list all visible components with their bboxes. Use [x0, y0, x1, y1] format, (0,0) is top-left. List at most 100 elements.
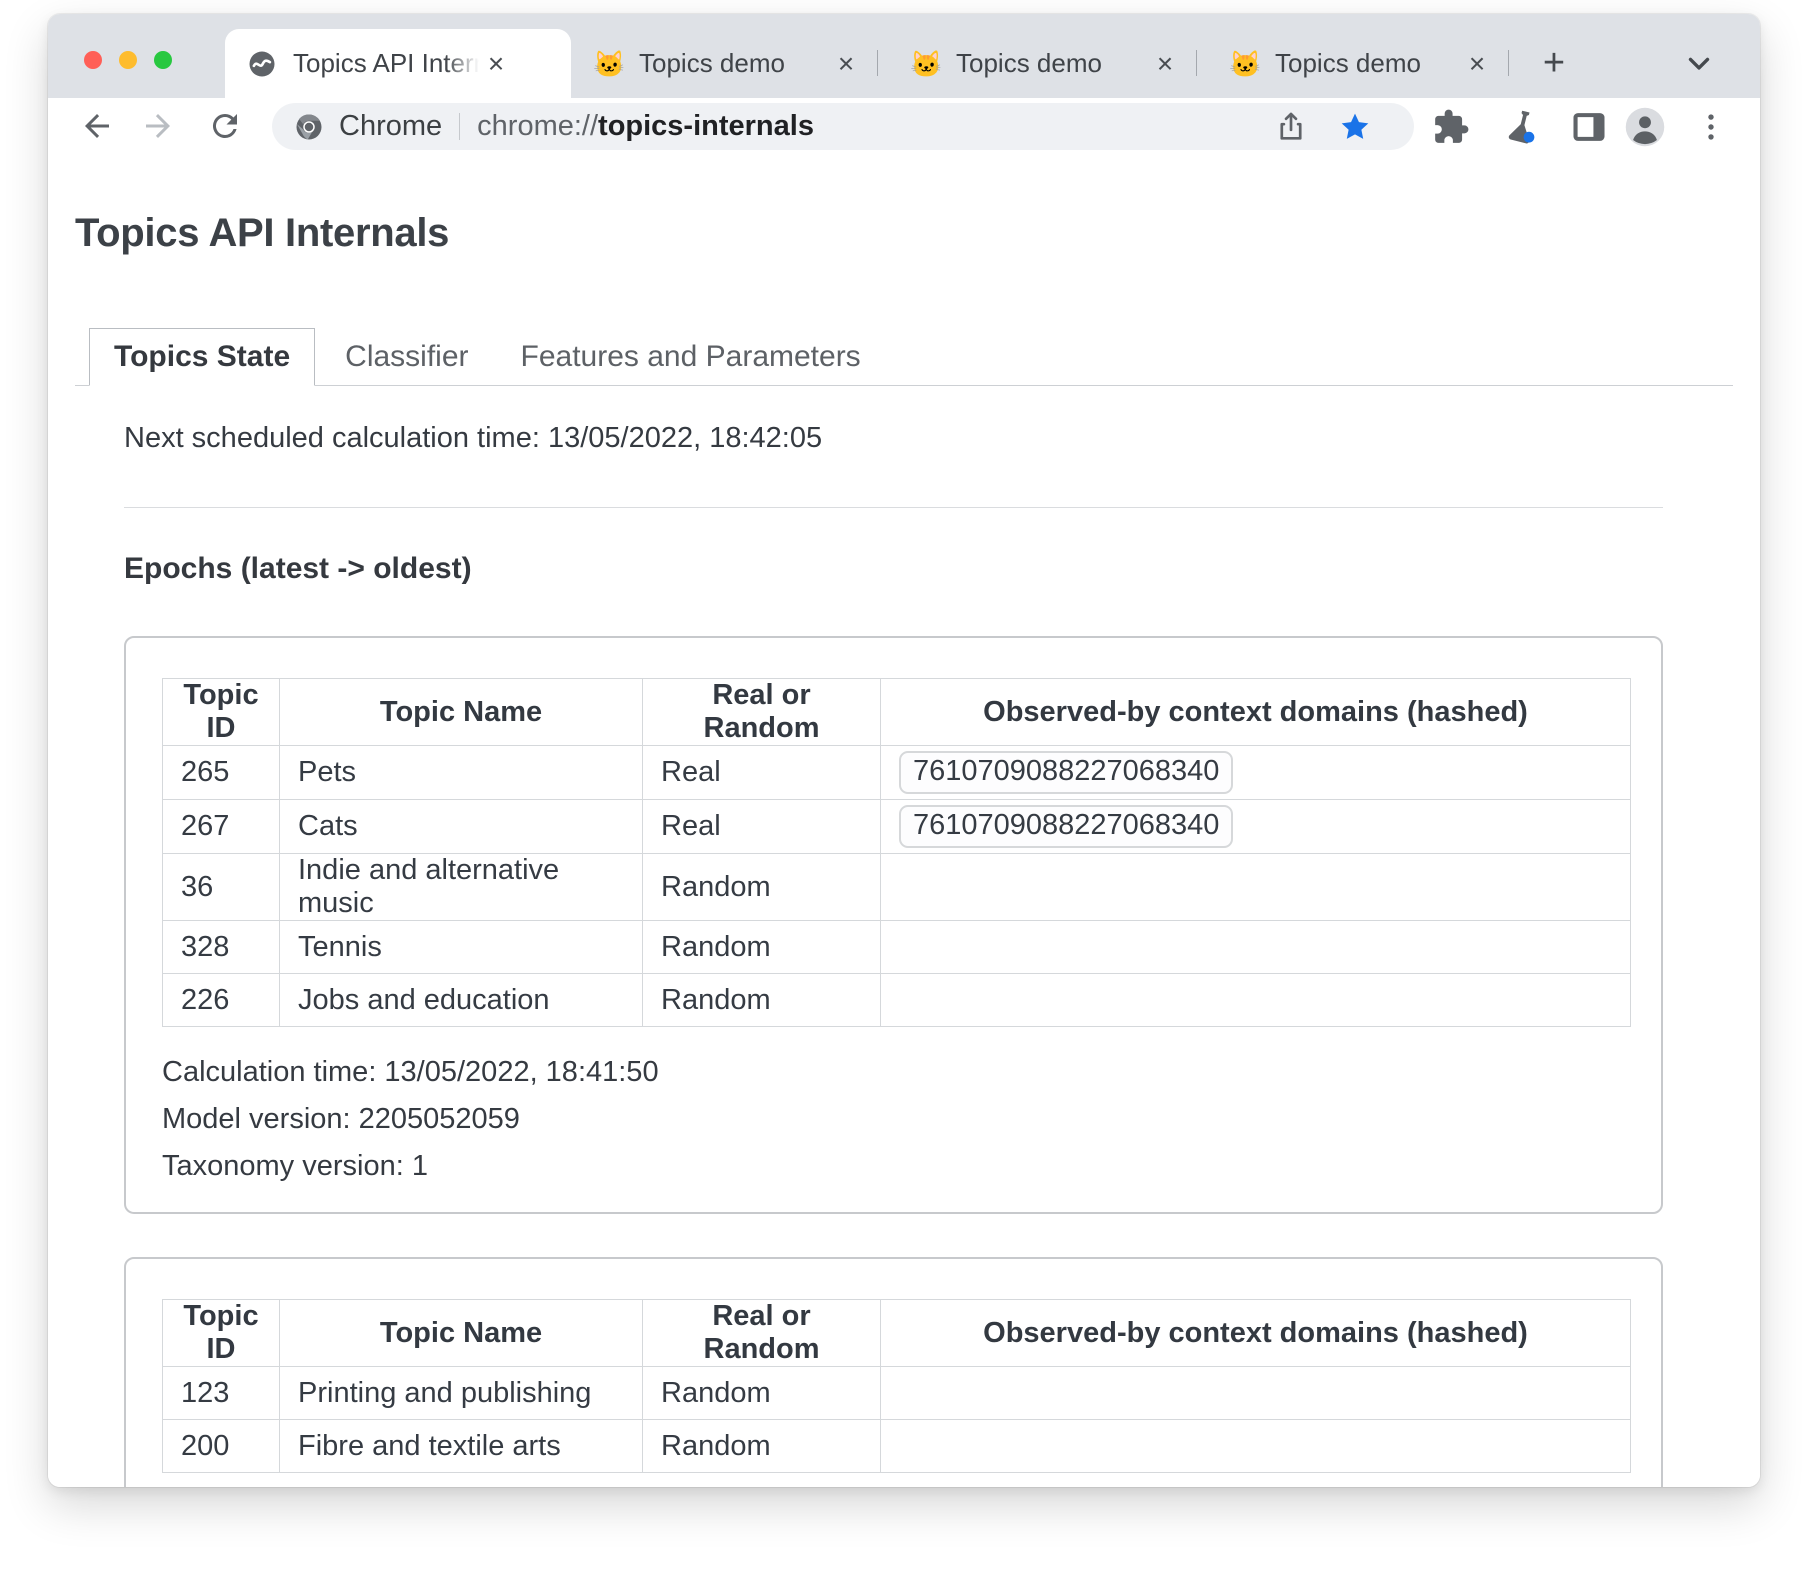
real-or-random-cell: Random: [643, 1420, 881, 1473]
topic-row: 226Jobs and educationRandom: [163, 974, 1631, 1027]
real-or-random-cell: Real: [643, 746, 881, 800]
page-tab-bar: Topics State Classifier Features and Par…: [75, 328, 1733, 386]
topic-row: 328TennisRandom: [163, 921, 1631, 974]
observed-domains-cell: 7610709088227068340: [881, 800, 1631, 854]
browser-tab-topics-demo-3[interactable]: 🐱 Topics demo ×: [1207, 29, 1508, 98]
column-header: Real or Random: [643, 1300, 881, 1367]
epoch-card-latest: Topic IDTopic NameReal or RandomObserved…: [124, 636, 1663, 1214]
traffic-close-button[interactable]: [84, 51, 102, 69]
epoch-card-older: Topic IDTopic NameReal or RandomObserved…: [124, 1257, 1663, 1487]
site-settings-label[interactable]: Chrome: [339, 110, 442, 143]
epoch-topics-table: Topic IDTopic NameReal or RandomObserved…: [162, 678, 1631, 1027]
browser-tab-topics-demo-1[interactable]: 🐱 Topics demo ×: [571, 29, 877, 98]
chrome-labs-flask-icon[interactable]: [1503, 106, 1545, 148]
traffic-zoom-button[interactable]: [154, 51, 172, 69]
observed-domains-cell: [881, 854, 1631, 921]
tab-classifier[interactable]: Classifier: [323, 328, 490, 385]
tab-close-icon[interactable]: ×: [829, 47, 863, 81]
hashed-domain-field[interactable]: 7610709088227068340: [899, 751, 1233, 794]
address-bar[interactable]: Chrome chrome://topics-internals: [272, 103, 1414, 150]
hashed-domain-field[interactable]: 7610709088227068340: [899, 805, 1233, 848]
tab-separator: [1508, 50, 1509, 76]
kebab-menu-icon[interactable]: [1694, 106, 1736, 148]
browser-tab-topics-demo-2[interactable]: 🐱 Topics demo ×: [888, 29, 1196, 98]
browser-window: Topics API Internals × 🐱 Topics demo × 🐱…: [48, 14, 1760, 1487]
cat-favicon-icon: 🐱: [910, 49, 940, 79]
tab-features-and-parameters[interactable]: Features and Parameters: [499, 328, 883, 385]
epoch-meta-line: Taxonomy version: 1: [162, 1143, 1631, 1190]
tab-close-icon[interactable]: ×: [1148, 47, 1182, 81]
section-divider: [124, 507, 1663, 508]
column-header: Observed-by context domains (hashed): [881, 1300, 1631, 1367]
topic-row: 200Fibre and textile artsRandom: [163, 1420, 1631, 1473]
cat-favicon-icon: 🐱: [593, 49, 623, 79]
share-icon[interactable]: [1274, 106, 1316, 148]
topic-name-cell: Tennis: [280, 921, 643, 974]
browser-toolbar: Chrome chrome://topics-internals: [48, 98, 1760, 156]
topic-name-cell: Jobs and education: [280, 974, 643, 1027]
topic-name-cell: Indie and alternative music: [280, 854, 643, 921]
page-title: Topics API Internals: [75, 210, 1760, 256]
reload-button[interactable]: [207, 106, 247, 146]
observed-domains-cell: 7610709088227068340: [881, 746, 1631, 800]
topic-name-cell: Cats: [280, 800, 643, 854]
tab-title: Topics demo: [639, 48, 829, 79]
topic-id-cell: 200: [163, 1420, 280, 1473]
profile-avatar[interactable]: [1624, 106, 1666, 148]
topic-id-cell: 267: [163, 800, 280, 854]
observed-domains-cell: [881, 1367, 1631, 1420]
epochs-heading: Epochs (latest -> oldest): [124, 552, 1663, 586]
tab-separator: [1196, 50, 1197, 76]
epoch-metadata: Calculation time: 13/05/2022, 18:41:50Mo…: [162, 1049, 1631, 1190]
topic-row: 265PetsReal7610709088227068340: [163, 746, 1631, 800]
topic-id-cell: 36: [163, 854, 280, 921]
tab-close-icon[interactable]: ×: [479, 47, 513, 81]
topic-id-cell: 226: [163, 974, 280, 1027]
tab-topics-state[interactable]: Topics State: [89, 328, 315, 386]
side-panel-icon[interactable]: [1570, 106, 1612, 148]
topic-row: 267CatsReal7610709088227068340: [163, 800, 1631, 854]
cat-favicon-icon: 🐱: [1229, 49, 1259, 79]
chrome-logo-icon: [294, 112, 324, 142]
topic-name-cell: Printing and publishing: [280, 1367, 643, 1420]
column-header: Topic ID: [163, 679, 280, 746]
internals-page-icon: [247, 49, 277, 79]
column-header: Observed-by context domains (hashed): [881, 679, 1631, 746]
column-header: Real or Random: [643, 679, 881, 746]
epoch-meta-line: Model version: 2205052059: [162, 1096, 1631, 1143]
epoch-topics-table: Topic IDTopic NameReal or RandomObserved…: [162, 1299, 1631, 1473]
topic-id-cell: 265: [163, 746, 280, 800]
tab-list-chevron-down-icon[interactable]: [1682, 45, 1722, 81]
real-or-random-cell: Random: [643, 974, 881, 1027]
new-tab-button[interactable]: +: [1534, 43, 1574, 83]
back-button[interactable]: [79, 106, 119, 146]
topics-internals-page: Topics API Internals Topics State Classi…: [48, 210, 1760, 1487]
url-scheme: chrome://: [477, 110, 598, 143]
tab-close-icon[interactable]: ×: [1460, 47, 1494, 81]
epoch-meta-line: Calculation time: 13/05/2022, 18:41:50: [162, 1049, 1631, 1096]
topic-row: 123Printing and publishingRandom: [163, 1367, 1631, 1420]
tab-title: Topics API Internals: [293, 48, 479, 79]
topic-id-cell: 328: [163, 921, 280, 974]
column-header: Topic Name: [280, 1300, 643, 1367]
next-calculation-time: Next scheduled calculation time: 13/05/2…: [124, 422, 1663, 455]
browser-tab-topics-internals[interactable]: Topics API Internals ×: [225, 29, 571, 98]
omnibox-divider: [459, 113, 460, 140]
real-or-random-cell: Random: [643, 1367, 881, 1420]
bookmark-star-icon[interactable]: [1338, 106, 1380, 148]
topics-state-panel: Next scheduled calculation time: 13/05/2…: [75, 422, 1733, 1487]
observed-domains-cell: [881, 1420, 1631, 1473]
traffic-minimize-button[interactable]: [119, 51, 137, 69]
observed-domains-cell: [881, 974, 1631, 1027]
topic-id-cell: 123: [163, 1367, 280, 1420]
extensions-puzzle-icon[interactable]: [1432, 106, 1474, 148]
tab-title: Topics demo: [956, 48, 1148, 79]
forward-button[interactable]: [140, 106, 180, 146]
tab-title: Topics demo: [1275, 48, 1460, 79]
column-header: Topic Name: [280, 679, 643, 746]
real-or-random-cell: Random: [643, 921, 881, 974]
topic-name-cell: Fibre and textile arts: [280, 1420, 643, 1473]
topic-row: 36Indie and alternative musicRandom: [163, 854, 1631, 921]
column-header: Topic ID: [163, 1300, 280, 1367]
observed-domains-cell: [881, 921, 1631, 974]
